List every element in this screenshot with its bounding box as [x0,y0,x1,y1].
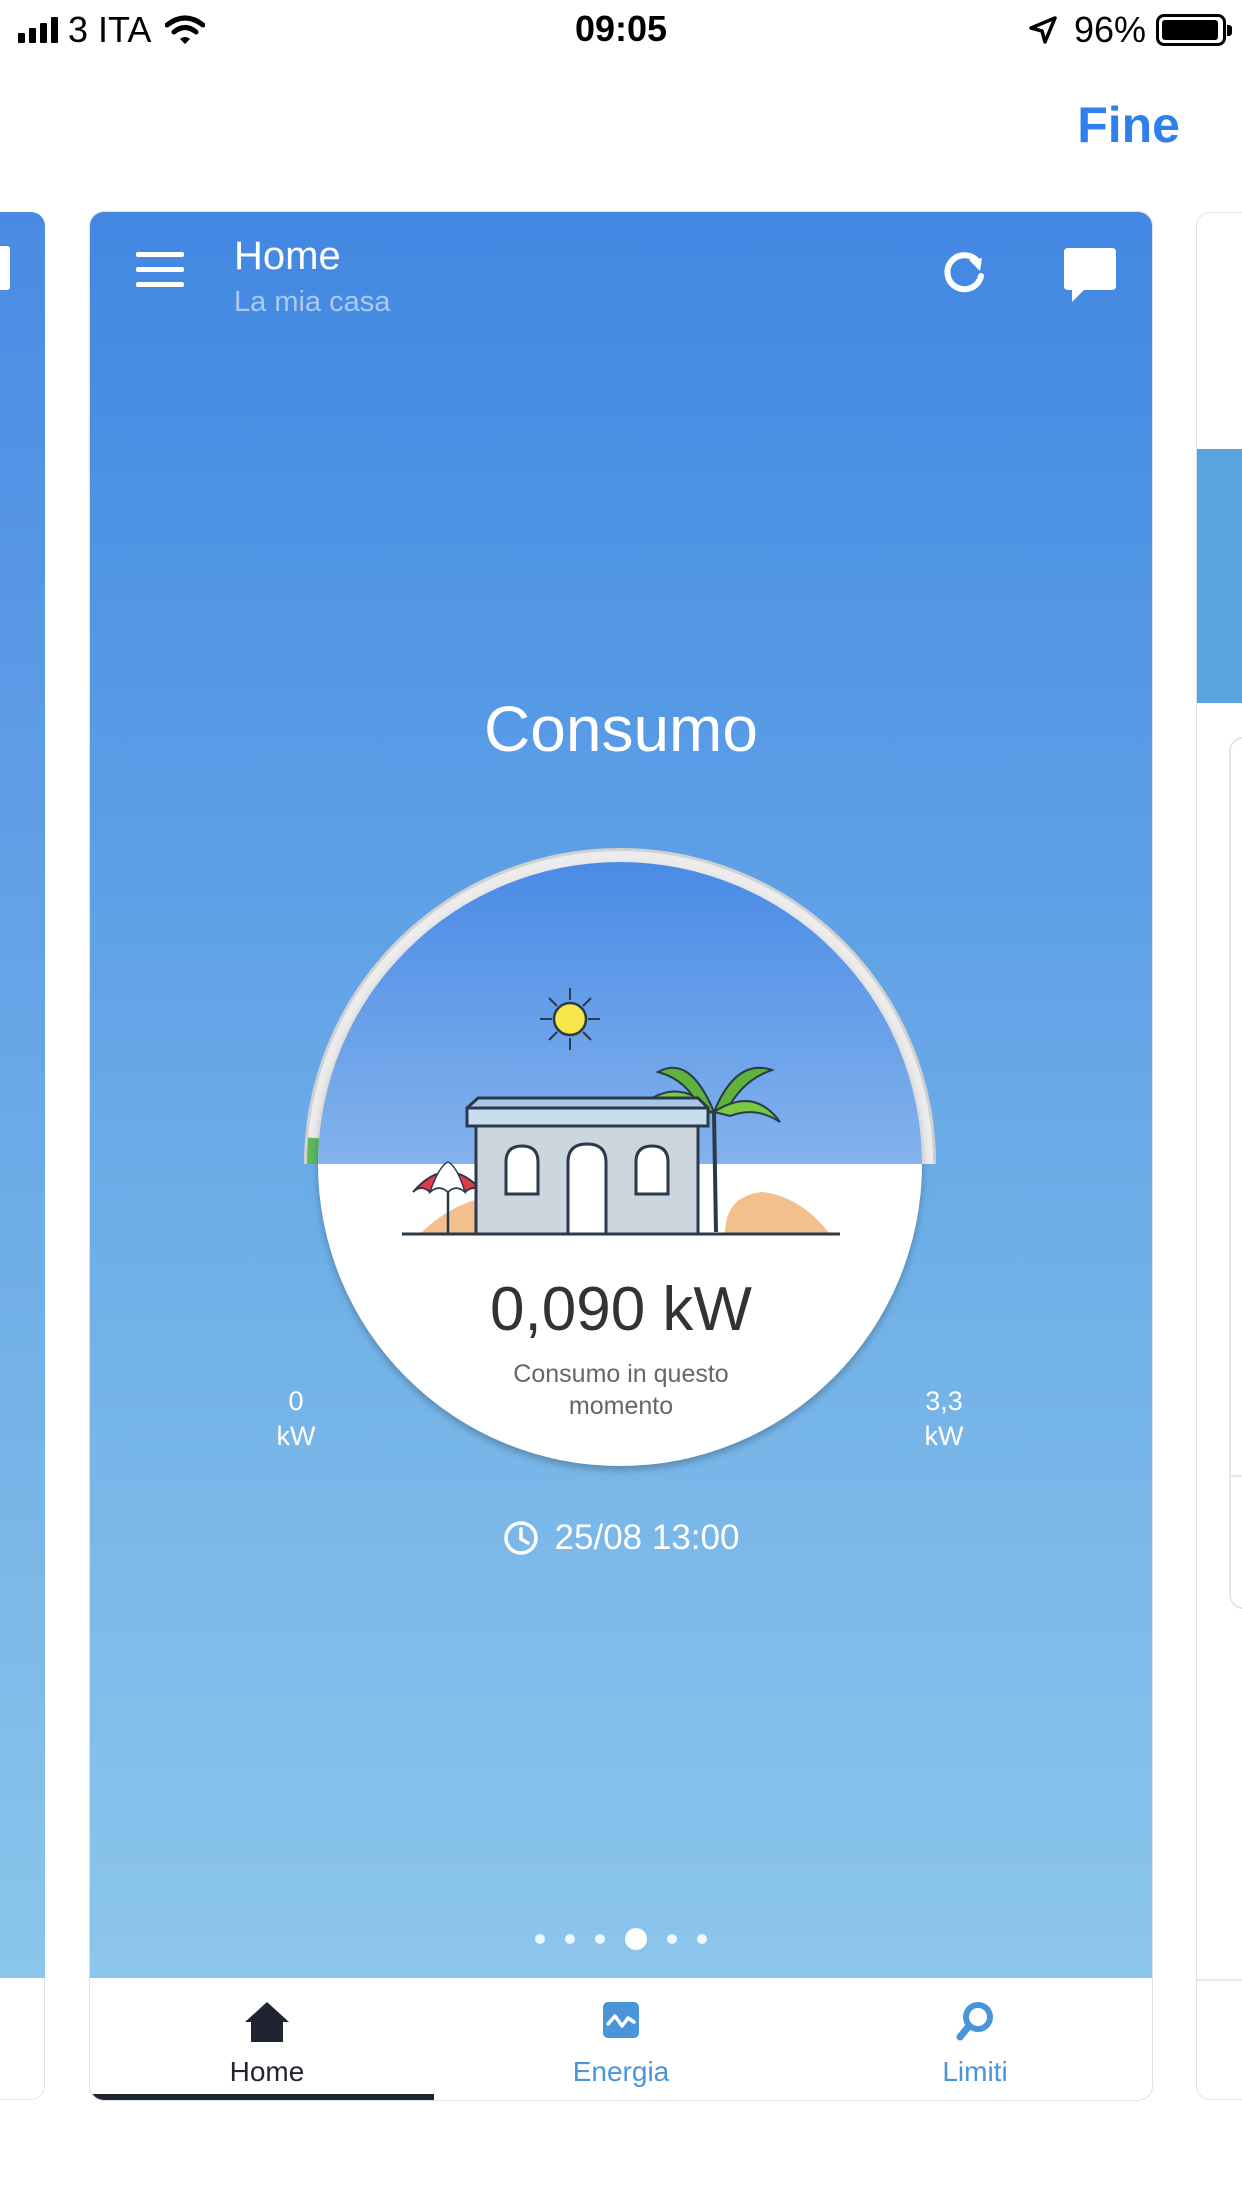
gauge-min-label: 0 kW [266,1384,326,1454]
tab-energia-label: Energia [572,2056,670,2087]
card-title: Home [234,234,341,278]
card-subtitle: La mia casa [234,286,391,318]
next-card-banner [1197,449,1242,703]
tab-limiti-label: Limiti [942,2056,1008,2087]
done-button[interactable]: Fine [1077,96,1180,154]
reading-caption: Consumo in questo momento [513,1360,729,1420]
previous-card-background [0,212,45,1978]
active-tab-indicator [90,2094,434,2100]
tab-energia[interactable]: Energia [444,1978,798,2100]
current-reading: 0,090 kW [490,1275,752,1344]
location-arrow-icon [1029,16,1057,44]
page-dot[interactable] [697,1934,707,1944]
tab-limiti[interactable]: Limiti [798,1978,1152,2100]
previous-card-icon [0,246,10,290]
gauge-max-label: 3,3 kW [914,1384,974,1454]
previous-card-tabbar [0,1978,45,2100]
battery-icon [1156,14,1232,46]
gauge-max-value: 3,3 [925,1386,963,1416]
search-icon [956,2002,993,2041]
previous-card-peek[interactable] [0,212,45,2100]
page-dot[interactable] [535,1934,545,1944]
timestamp: 25/08 13:00 [90,1518,1152,1558]
tab-bar: Home Energia Limiti [90,1978,1152,2100]
gauge-min-value: 0 [288,1386,304,1416]
home-card: Home La mia casa Consumo 0 kW 3,3 kW 0,0… [90,212,1152,2100]
clock-icon [503,1521,538,1555]
page-dot-active[interactable] [625,1928,647,1950]
next-card-divider [1229,1475,1242,1477]
energy-chart-icon [603,2002,639,2038]
tab-home-label: Home [229,2056,305,2087]
house-icon [465,1096,710,1236]
status-right: 96% [1028,9,1232,50]
page-dot[interactable] [595,1934,605,1944]
tab-home[interactable]: Home [90,1978,444,2100]
page-dot[interactable] [667,1934,677,1944]
battery-fill [1162,20,1218,40]
house-icon [245,2002,289,2042]
next-card-tabbar [1197,1979,1242,1981]
section-title: Consumo [484,693,758,765]
refresh-icon[interactable] [938,248,990,300]
gauge-min-unit: kW [276,1421,316,1451]
battery-percent: 96% [1073,9,1146,50]
timestamp-text: 25/08 13:00 [554,1518,740,1557]
next-card-peek[interactable] [1196,212,1242,2100]
status-bar: 3 ITA 09:05 96% [0,0,1242,60]
chat-icon[interactable] [1060,246,1118,304]
menu-icon[interactable] [136,252,184,288]
page-dot[interactable] [565,1934,575,1944]
page-indicator[interactable] [90,1928,1152,1950]
gauge-max-unit: kW [924,1421,964,1451]
next-card-panel [1229,737,1242,1609]
